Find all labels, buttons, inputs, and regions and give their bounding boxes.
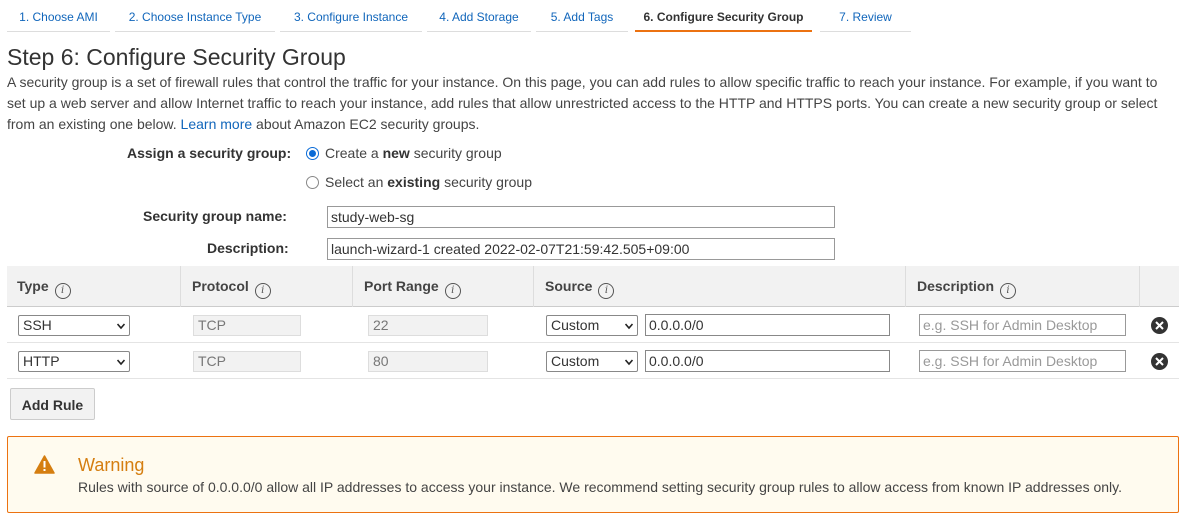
type-select[interactable]: HTTP	[18, 351, 130, 372]
header-source: Source i	[535, 266, 906, 307]
source-select[interactable]: Custom	[546, 315, 638, 336]
radio-create-new[interactable]: Create a new security group	[306, 145, 502, 161]
port-range-field: 80	[368, 351, 488, 372]
warning-text: Rules with source of 0.0.0.0/0 allow all…	[78, 479, 1123, 495]
description-input[interactable]: launch-wizard-1 created 2022-02-07T21:59…	[327, 238, 835, 260]
info-icon[interactable]: i	[1000, 283, 1017, 299]
wizard-step-configure-instance[interactable]: 3. Configure Instance	[280, 4, 422, 32]
header-protocol: Protocol i	[182, 266, 353, 307]
assign-group-label: Assign a security group:	[127, 145, 292, 161]
table-row: SSH TCP 22 Custom 0.0.0.0/0 e.g. SSH for…	[7, 307, 1179, 343]
warning-title: Warning	[78, 455, 145, 475]
protocol-field: TCP	[193, 315, 301, 336]
info-icon[interactable]: i	[598, 283, 615, 299]
wizard-step-add-tags[interactable]: 5. Add Tags	[536, 4, 628, 32]
remove-rule-button[interactable]	[1151, 317, 1168, 334]
rule-description-input[interactable]: e.g. SSH for Admin Desktop	[919, 314, 1126, 336]
close-icon	[1155, 357, 1164, 366]
info-icon[interactable]: i	[444, 283, 461, 299]
type-select-value: HTTP	[23, 353, 60, 369]
header-description: Description i	[907, 266, 1140, 307]
info-icon[interactable]: i	[54, 283, 71, 299]
radio-select-existing-prefix: Select an	[325, 174, 384, 190]
warning-icon	[34, 455, 55, 474]
type-select-value: SSH	[23, 317, 52, 333]
source-cidr-input[interactable]: 0.0.0.0/0	[645, 314, 890, 336]
header-type-label: Type	[17, 278, 49, 294]
source-select[interactable]: Custom	[546, 351, 638, 372]
header-port-range-label: Port Range	[364, 278, 439, 294]
type-select[interactable]: SSH	[18, 315, 130, 336]
wizard-step-choose-instance-type[interactable]: 2. Choose Instance Type	[115, 4, 275, 32]
page-title: Step 6: Configure Security Group	[7, 44, 346, 70]
protocol-field: TCP	[193, 351, 301, 372]
radio-select-existing-suffix: security group	[444, 174, 532, 190]
wizard-step-configure-security-group[interactable]: 6. Configure Security Group	[635, 4, 812, 32]
radio-create-new-suffix: security group	[413, 145, 502, 161]
intro-paragraph: A security group is a set of firewall ru…	[7, 72, 1179, 135]
rules-table-header: Type i Protocol i Port Range i Source i Desc…	[7, 266, 1179, 307]
header-protocol-label: Protocol	[192, 278, 249, 294]
radio-select-existing[interactable]: Select an existing security group	[306, 174, 532, 190]
header-type: Type i	[7, 266, 181, 307]
header-port-range: Port Range i	[354, 266, 534, 307]
info-icon[interactable]: i	[254, 283, 271, 299]
source-cidr-input[interactable]: 0.0.0.0/0	[645, 350, 890, 372]
header-source-label: Source	[545, 278, 593, 294]
security-group-name-label: Security group name:	[143, 208, 287, 224]
chevron-down-icon	[625, 323, 633, 330]
chevron-down-icon	[117, 359, 125, 366]
chevron-down-icon	[625, 359, 633, 366]
table-row: HTTP TCP 80 Custom 0.0.0.0/0 e.g. SSH fo…	[7, 343, 1179, 379]
remove-rule-button[interactable]	[1151, 353, 1168, 370]
wizard-step-add-storage[interactable]: 4. Add Storage	[427, 4, 531, 32]
warning-alert: Warning Rules with source of 0.0.0.0/0 a…	[7, 436, 1179, 513]
learn-more-suffix: about Amazon EC2 security groups.	[256, 116, 480, 132]
radio-select-existing-button[interactable]	[306, 175, 319, 189]
intro-text: A security group is a set of firewall ru…	[7, 74, 1158, 132]
add-rule-button[interactable]: Add Rule	[10, 388, 95, 420]
source-select-value: Custom	[551, 317, 600, 333]
radio-select-existing-bold: existing	[387, 174, 441, 190]
wizard-step-review[interactable]: 7. Review	[820, 4, 911, 32]
source-select-value: Custom	[551, 353, 600, 369]
learn-more-link[interactable]: Learn more	[181, 116, 253, 132]
description-label: Description:	[207, 240, 289, 256]
chevron-down-icon	[117, 323, 125, 330]
wizard-step-choose-ami[interactable]: 1. Choose AMI	[7, 4, 110, 32]
radio-create-new-prefix: Create a	[325, 145, 379, 161]
rule-description-input[interactable]: e.g. SSH for Admin Desktop	[919, 350, 1126, 372]
security-group-name-input[interactable]: study-web-sg	[327, 206, 835, 228]
port-range-field: 22	[368, 315, 488, 336]
header-description-label: Description	[917, 278, 995, 294]
radio-create-new-button[interactable]	[306, 146, 319, 160]
close-icon	[1155, 321, 1164, 330]
radio-create-new-bold: new	[382, 145, 410, 161]
